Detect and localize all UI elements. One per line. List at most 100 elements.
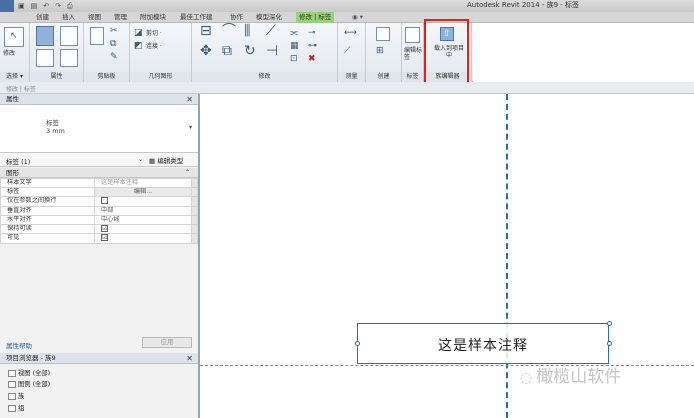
ribbon-options-icon[interactable]: ◉ ▾	[352, 12, 363, 23]
tab-insert[interactable]: 插入	[62, 12, 75, 23]
checkbox-checked[interactable]: ☑	[101, 234, 108, 241]
print-icon[interactable]: ⎙	[67, 2, 73, 11]
trim-icon[interactable]: ⊣	[266, 44, 278, 58]
checkbox-checked[interactable]: ☑	[101, 224, 108, 232]
split-icon[interactable]: ⫘	[290, 29, 298, 38]
type-properties-icon[interactable]	[60, 26, 78, 46]
scrollbar[interactable]	[191, 205, 198, 216]
instance-dropdown-icon[interactable]: ⌄	[138, 156, 143, 163]
match-type-icon[interactable]: ✎	[110, 53, 118, 62]
redo-icon[interactable]: ↷	[55, 2, 61, 10]
close-icon[interactable]: ✕	[186, 94, 193, 105]
edit-type-button[interactable]: ▦ 编辑类型	[149, 155, 183, 165]
join-geometry-label[interactable]: 连接 ·	[146, 43, 162, 50]
create-panel: ⊞ 创建	[366, 23, 402, 82]
pin-icon[interactable]: ⊸	[308, 29, 316, 38]
scrollbar[interactable]	[191, 187, 198, 197]
paste-icon[interactable]	[90, 27, 104, 45]
select-panel-label[interactable]: 选择 ▾	[0, 72, 29, 82]
scrollbar[interactable]	[191, 196, 198, 207]
modify-button-label[interactable]: 修改	[3, 50, 15, 57]
label-element[interactable]: 这是样本注释	[357, 323, 609, 364]
property-row: 样本文字 这是样本注释	[0, 178, 198, 188]
tree-item-families[interactable]: 族	[8, 391, 24, 400]
delete-icon[interactable]: ✖	[308, 55, 316, 64]
tab-manage[interactable]: 管理	[114, 12, 127, 23]
families-icon	[8, 392, 16, 400]
mirror-axis-icon[interactable]: ⫼	[244, 24, 250, 38]
tree-item-legends[interactable]: 图例 (全部)	[8, 379, 50, 388]
vertical-reference-plane[interactable]	[506, 94, 508, 418]
property-name: 保持可读	[0, 223, 95, 234]
undo-icon[interactable]: ↶	[43, 2, 49, 10]
type-selector[interactable]: 标签 3 mm ▾	[0, 105, 198, 153]
top-right-grip-handle[interactable]	[607, 321, 612, 326]
left-grip-handle[interactable]	[355, 341, 360, 346]
property-name: 水平对齐	[0, 214, 95, 225]
tab-extension[interactable]: 最佳工作建	[180, 12, 213, 23]
property-name: 样本文字	[0, 178, 95, 188]
keep-readable-checkbox[interactable]: ☑	[94, 223, 192, 234]
edit-label-button[interactable]: 编辑标签	[404, 47, 422, 61]
family-category-icon[interactable]	[60, 49, 78, 67]
scrollbar[interactable]	[191, 214, 198, 225]
align-icon[interactable]: ⊟	[200, 24, 212, 38]
copy-element-icon[interactable]: ⧉	[222, 44, 232, 58]
scrollbar[interactable]	[191, 178, 198, 188]
tree-item-views[interactable]: 视图 (全部)	[8, 368, 50, 377]
collapse-icon[interactable]: ⌃	[185, 168, 190, 178]
tab-modify-label[interactable]: 修改 | 标签	[296, 12, 335, 23]
vertical-align-value[interactable]: 中部	[94, 205, 192, 216]
modify-cursor-icon[interactable]: ↖	[4, 27, 24, 47]
create-similar-icon[interactable]: ⊞	[376, 47, 384, 56]
family-types-icon[interactable]	[36, 49, 54, 67]
project-browser-title: 项目浏览器 - 族9	[6, 354, 56, 362]
apply-button[interactable]: 应用	[142, 337, 192, 348]
offset-icon[interactable]: ⌒	[222, 24, 236, 38]
highlight-annotation	[424, 19, 469, 89]
measure-icon[interactable]: ⟷	[344, 29, 357, 38]
dimension-icon[interactable]: ⟋	[344, 47, 350, 56]
ribbon-tab-row: 创建 插入 视图 管理 附加模块 最佳工作建 协作 模型深化 修改 | 标签 ◉…	[0, 12, 694, 23]
tab-collaborate[interactable]: 协作	[230, 12, 243, 23]
properties-icon[interactable]	[36, 26, 54, 46]
tab-create[interactable]: 创建	[36, 12, 49, 23]
clipboard-panel-label: 剪贴板	[84, 72, 129, 82]
edit-label-param-button[interactable]: 编辑...	[94, 187, 192, 197]
tree-item-groups[interactable]: 组	[8, 403, 24, 412]
cut-geometry-label[interactable]: 剪切 ·	[146, 30, 162, 37]
application-menu-button[interactable]	[0, 0, 14, 12]
create-group-icon[interactable]	[376, 27, 390, 41]
copy-icon[interactable]: ⧉	[110, 40, 116, 49]
move-icon[interactable]: ✥	[200, 44, 212, 58]
cut-geometry-icon[interactable]: ◪	[134, 29, 143, 38]
visible-checkbox[interactable]: ☑	[94, 233, 192, 244]
array-icon[interactable]: ▦	[290, 42, 299, 51]
horizontal-align-value[interactable]: 中心线	[94, 214, 192, 225]
properties-help-link[interactable]: 属性帮助	[6, 340, 32, 350]
property-group-graphics[interactable]: 图形 ⌃	[0, 168, 198, 178]
right-grip-handle[interactable]	[607, 341, 612, 346]
close-icon[interactable]: ✕	[186, 353, 193, 364]
tab-model-detail[interactable]: 模型深化	[256, 12, 282, 23]
edit-label-icon[interactable]	[405, 27, 420, 43]
sample-text-field[interactable]: 这是样本注释	[94, 178, 192, 188]
tab-view[interactable]: 视图	[88, 12, 101, 23]
rotate-icon[interactable]: ↻	[244, 44, 256, 58]
scale-icon[interactable]: ⊡	[290, 55, 298, 64]
scrollbar[interactable]	[191, 223, 198, 234]
mirror-draw-icon[interactable]: ⟋	[266, 24, 276, 38]
window-title: Autodesk Revit 2014 - 族9 - 标签	[467, 1, 580, 9]
checkbox[interactable]	[101, 197, 108, 204]
drawing-canvas[interactable]: 这是样本注释 ◌ 橄榄山软件	[200, 94, 694, 418]
unpin-icon[interactable]: ⊶	[308, 42, 317, 51]
wrap-between-params-checkbox[interactable]	[94, 196, 192, 207]
instance-selector[interactable]: 标签 (1)	[6, 156, 30, 166]
open-icon[interactable]: ▣	[18, 2, 25, 10]
join-geometry-icon[interactable]: ◩	[134, 42, 143, 51]
cut-icon[interactable]: ✂	[110, 27, 118, 36]
save-icon[interactable]: ▤	[31, 2, 38, 10]
chevron-down-icon[interactable]: ▾	[189, 124, 192, 131]
tab-add-ins[interactable]: 附加模块	[140, 12, 166, 23]
scrollbar[interactable]	[191, 233, 198, 244]
